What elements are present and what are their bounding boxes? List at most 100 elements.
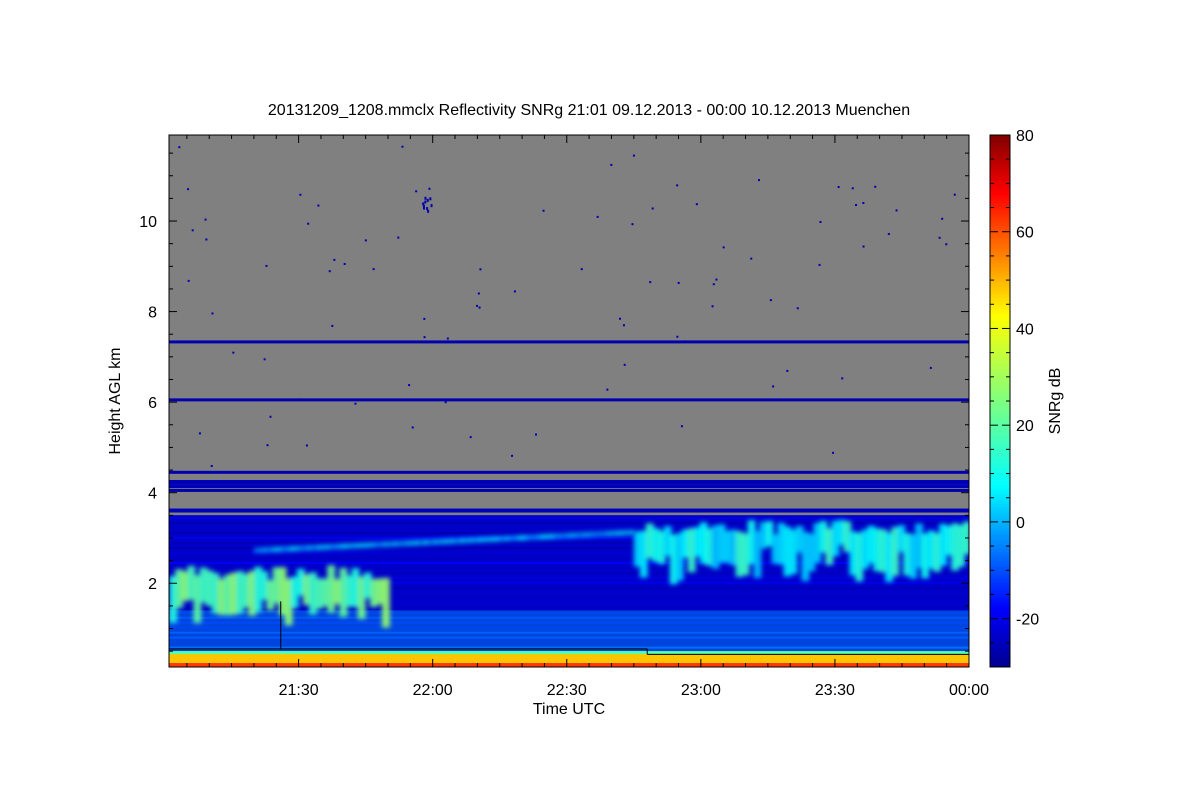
noise-pixel [305, 444, 308, 447]
x-tick-label: 23:00 [681, 682, 721, 699]
noise-pixel [819, 398, 822, 401]
rising-cloud-cell [584, 532, 590, 538]
rising-cloud-cell [405, 540, 411, 546]
noise-pixel [945, 243, 948, 246]
mixed-stripe [169, 484, 969, 489]
noise-pixel [796, 307, 799, 310]
rising-cloud-cell [343, 543, 349, 549]
noise-pixel [938, 236, 941, 239]
rising-cloud-cell [271, 547, 277, 553]
rising-cloud-cell [486, 536, 492, 542]
noise-pixel [479, 268, 482, 271]
rising-cloud-cell [593, 531, 599, 537]
x-axis-label: Time UTC [533, 701, 605, 718]
noise-pixel [411, 426, 414, 429]
noise-pixel [328, 270, 331, 273]
noise-band [169, 340, 969, 344]
noise-pixel [841, 377, 844, 380]
rising-cloud-cell [566, 533, 572, 539]
noise-pixel [832, 451, 835, 454]
noise-pixel [542, 209, 545, 212]
surface-layer-top [169, 651, 969, 655]
x-tick-label: 21:30 [279, 682, 319, 699]
noise-pixel [477, 292, 480, 295]
rising-cloud-cell [624, 530, 630, 536]
y-tick-label: 10 [139, 214, 157, 231]
noise-pixel [851, 187, 854, 190]
y-tick-label: 8 [148, 305, 157, 322]
noise-pixel [684, 340, 687, 343]
range-gate-stripe [169, 566, 969, 569]
colorbar-tick-label: 40 [1016, 321, 1034, 338]
rising-cloud-cell [611, 530, 617, 536]
noise-cluster [427, 209, 430, 213]
rising-cloud-cell [472, 537, 478, 543]
noise-cluster [422, 204, 425, 208]
mixed-stripe [169, 504, 969, 509]
noise-cluster [426, 198, 429, 202]
rising-cloud-cell [495, 536, 501, 542]
noise-pixel [677, 281, 680, 284]
rising-cloud-cell [379, 541, 385, 547]
rising-cloud-cell [615, 530, 621, 536]
noise-pixel [401, 145, 404, 148]
noise-pixel [317, 204, 320, 207]
noise-pixel [895, 209, 898, 212]
colorbar-label: SNRg dB [1047, 368, 1064, 435]
noise-pixel [343, 262, 346, 265]
noise-pixel [478, 306, 481, 309]
noise-pixel [606, 388, 609, 391]
range-gate-stripe [169, 517, 969, 520]
noise-pixel [712, 283, 715, 286]
mixed-stripe [169, 500, 969, 505]
noise-pixel [408, 384, 411, 387]
noise-pixel [187, 188, 190, 191]
mixed-stripe [169, 496, 969, 501]
rising-cloud-cell [463, 537, 469, 543]
rising-cloud-cell [423, 539, 429, 545]
colorbar-tick-label: 80 [1016, 128, 1034, 145]
noise-pixel [758, 179, 761, 182]
range-gate-stripe [169, 556, 969, 559]
rising-cloud-cell [531, 534, 537, 540]
y-tick-label: 6 [148, 395, 157, 412]
rising-cloud-cell [347, 543, 353, 549]
rising-cloud-cell [589, 531, 595, 537]
noise-pixel [818, 263, 821, 266]
noise-pixel [511, 454, 514, 457]
rising-cloud-cell [477, 537, 483, 543]
rising-cloud-cell [307, 545, 313, 551]
rising-cloud-cell [508, 535, 514, 541]
noise-band [169, 488, 969, 492]
noise-pixel [210, 465, 213, 468]
noise-pixel [750, 257, 753, 260]
rising-cloud-cell [468, 537, 474, 543]
rising-cloud-cell [450, 538, 456, 544]
plot-area [169, 135, 969, 667]
rising-cloud-cell [312, 545, 318, 551]
noise-pixel [265, 264, 268, 267]
noise-cluster [426, 207, 429, 211]
rising-cloud-cell [598, 531, 604, 537]
rising-cloud-cell [285, 546, 291, 552]
rising-cloud-cell [522, 535, 528, 541]
noise-pixel [941, 217, 944, 220]
noise-pixel [298, 398, 301, 401]
noise-pixel [632, 154, 635, 157]
colorbar-tick-label: 20 [1016, 418, 1034, 435]
range-gate-stripe [169, 561, 969, 564]
rising-cloud-cell [575, 532, 581, 538]
noise-pixel [874, 185, 877, 188]
noise-pixel [855, 204, 858, 207]
rising-cloud-cell [557, 533, 563, 539]
rising-cloud-cell [455, 538, 461, 544]
noise-pixel [397, 236, 400, 239]
noise-pixel [651, 207, 654, 210]
rising-cloud-cell [365, 542, 371, 548]
rising-cloud-cell [441, 538, 447, 544]
noise-cluster [424, 196, 427, 200]
rising-cloud-cell [620, 530, 626, 536]
noise-pixel [623, 363, 626, 366]
mixed-stripe [169, 508, 969, 513]
rising-cloud-cell [548, 533, 554, 539]
